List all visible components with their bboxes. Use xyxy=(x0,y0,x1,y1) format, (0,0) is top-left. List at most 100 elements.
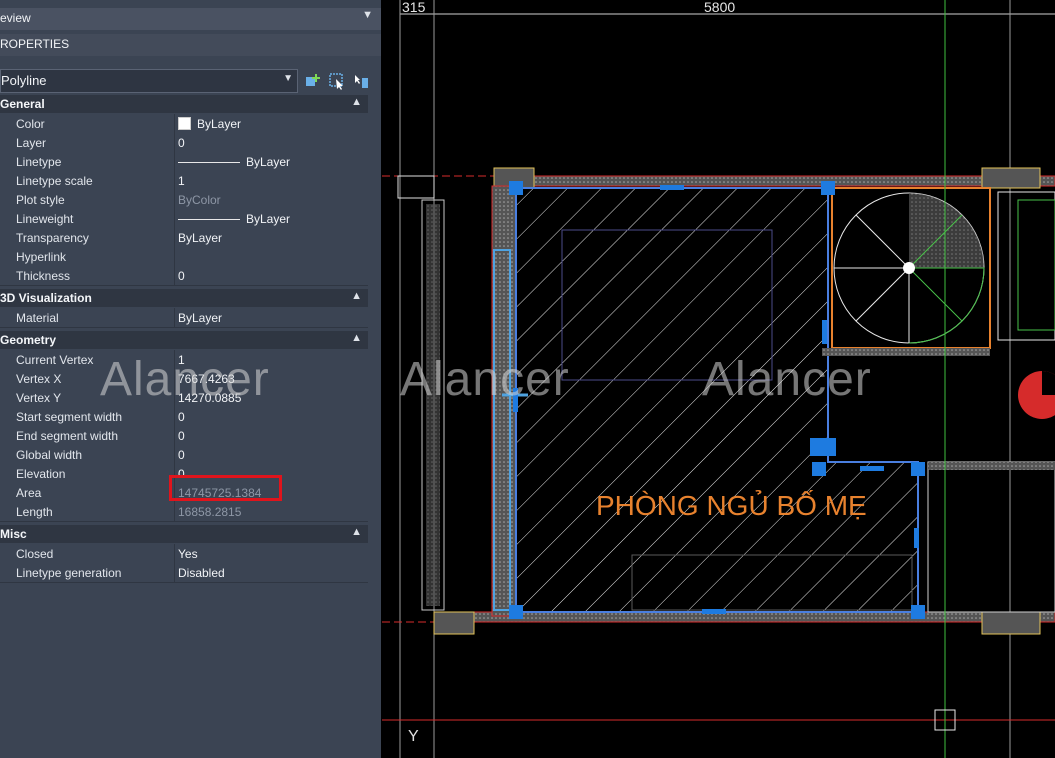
section-geometry[interactable]: Geometry ▲ xyxy=(0,331,368,349)
grip-vertex xyxy=(509,605,523,619)
quick-select-icon[interactable] xyxy=(352,72,370,90)
prop-row-material[interactable]: Material ByLayer xyxy=(0,308,368,328)
prop-label: Length xyxy=(16,505,53,519)
prop-row-lineweight[interactable]: Lineweight ByLayer xyxy=(0,209,368,229)
prop-label: Elevation xyxy=(16,467,66,481)
grip-midpoint xyxy=(860,466,884,471)
prop-label: Current Vertex xyxy=(16,353,94,367)
prop-label: Linetype generation xyxy=(16,566,122,580)
column-bottom-right xyxy=(981,611,1041,635)
section-misc[interactable]: Misc ▲ xyxy=(0,525,368,543)
prop-label: Vertex Y xyxy=(16,391,62,405)
prop-value[interactable]: 0 xyxy=(178,136,185,150)
prop-row-thickness[interactable]: Thickness 0 xyxy=(0,266,368,286)
column-bottom-left xyxy=(433,611,475,635)
chevron-up-icon[interactable]: ▲ xyxy=(351,332,362,344)
grip-vertex xyxy=(812,462,826,476)
wall-bottom xyxy=(433,611,1055,623)
chevron-up-icon[interactable]: ▲ xyxy=(351,96,362,108)
prop-value[interactable]: 1 xyxy=(178,174,185,188)
room-label: PHÒNG NGỦ BỐ MẸ xyxy=(596,490,867,521)
prop-label: Area xyxy=(16,486,42,500)
grip-vertex xyxy=(509,181,523,195)
dimension-315: 315 xyxy=(402,0,426,15)
prop-value[interactable]: ByLayer xyxy=(178,311,222,325)
grip-vertex xyxy=(911,605,925,619)
prop-label: Closed xyxy=(16,547,54,561)
spiral-stair xyxy=(833,192,985,344)
prop-label: Lineweight xyxy=(16,212,74,226)
prop-value[interactable]: 0 xyxy=(178,429,185,443)
prop-value[interactable]: Disabled xyxy=(178,566,225,580)
prop-row-global-width[interactable]: Global width 0 xyxy=(0,445,368,465)
prop-row-plot-style[interactable]: Plot style ByColor xyxy=(0,190,368,210)
prop-label: Global width xyxy=(16,448,83,462)
prop-row-linetype-generation[interactable]: Linetype generation Disabled xyxy=(0,563,368,583)
prop-row-length[interactable]: Length 16858.2815 xyxy=(0,502,368,522)
prop-row-linetype[interactable]: Linetype ByLayer xyxy=(0,152,368,172)
column-top-right xyxy=(981,167,1041,189)
prop-label: Hyperlink xyxy=(16,250,67,264)
properties-title: ROPERTIES xyxy=(0,37,70,51)
prop-row-linetype-scale[interactable]: Linetype scale 1 xyxy=(0,171,368,191)
chevron-up-icon[interactable]: ▲ xyxy=(351,526,362,538)
prop-label: Linetype xyxy=(16,155,62,169)
prop-label: Layer xyxy=(16,136,47,150)
prop-label: Thickness xyxy=(16,269,71,283)
grip-midpoint xyxy=(914,528,919,548)
watermark-text: Alancer xyxy=(400,353,570,406)
bathroom-wall xyxy=(928,462,1055,470)
section-title: General xyxy=(0,97,45,111)
prop-value[interactable]: ByLayer xyxy=(178,117,241,131)
prop-value: 16858.2815 xyxy=(178,505,242,519)
section-title: Geometry xyxy=(0,333,57,347)
section-3d-visualization[interactable]: 3D Visualization ▲ xyxy=(0,289,368,307)
grip-midpoint xyxy=(660,185,684,190)
toggle-pickadd-icon[interactable] xyxy=(304,72,322,90)
prop-value: ByColor xyxy=(178,193,221,207)
prop-row-layer[interactable]: Layer 0 xyxy=(0,133,368,153)
prop-row-closed[interactable]: Closed Yes xyxy=(0,544,368,564)
prop-value[interactable]: ByLayer xyxy=(178,212,290,226)
prop-row-color[interactable]: Color ByLayer xyxy=(0,114,368,134)
wall-top xyxy=(493,175,1055,187)
dimension-5800: 5800 xyxy=(704,0,736,15)
prop-row-transparency[interactable]: Transparency ByLayer xyxy=(0,228,368,248)
prop-row-start-segment-width[interactable]: Start segment width 0 xyxy=(0,407,368,427)
grip-vertex xyxy=(810,438,836,456)
color-swatch-icon xyxy=(178,117,191,130)
grip-midpoint xyxy=(702,609,726,614)
prop-label: Material xyxy=(16,311,59,325)
view-title: eview xyxy=(0,11,31,25)
chevron-up-icon[interactable]: ▲ xyxy=(351,290,362,302)
prop-value-text: ByLayer xyxy=(246,155,291,169)
bathroom xyxy=(927,461,1055,613)
select-objects-icon[interactable] xyxy=(328,72,346,90)
lineweight-preview-icon xyxy=(178,219,240,220)
prop-label: Start segment width xyxy=(16,410,123,424)
section-title: Misc xyxy=(0,527,27,541)
watermark-text: Alancer xyxy=(702,353,872,406)
prop-value[interactable]: 0 xyxy=(178,269,185,283)
side-room xyxy=(997,191,1055,341)
prop-value[interactable]: 0 xyxy=(178,410,185,424)
prop-value[interactable]: ByLayer xyxy=(178,155,290,169)
prop-value[interactable]: ByLayer xyxy=(178,231,222,245)
chevron-down-icon[interactable]: ▼ xyxy=(362,9,373,21)
prop-value[interactable]: Yes xyxy=(178,547,198,561)
prop-row-hyperlink[interactable]: Hyperlink xyxy=(0,247,368,267)
section-title: 3D Visualization xyxy=(0,291,92,305)
prop-value-text: ByLayer xyxy=(246,212,291,226)
section-general[interactable]: General ▲ xyxy=(0,95,368,113)
grip-vertex xyxy=(911,462,925,476)
prop-value[interactable]: 0 xyxy=(178,448,185,462)
prop-label: End segment width xyxy=(16,429,119,443)
prop-row-end-segment-width[interactable]: End segment width 0 xyxy=(0,426,368,446)
prop-label: Plot style xyxy=(16,193,65,207)
view-header[interactable]: eview ▼ xyxy=(0,8,381,30)
prop-label: Linetype scale xyxy=(16,174,93,188)
object-type-select[interactable]: Polyline ▼ xyxy=(0,69,298,93)
grip-vertex xyxy=(821,181,835,195)
area-highlight-box xyxy=(169,475,282,501)
chevron-down-icon: ▼ xyxy=(283,73,293,84)
